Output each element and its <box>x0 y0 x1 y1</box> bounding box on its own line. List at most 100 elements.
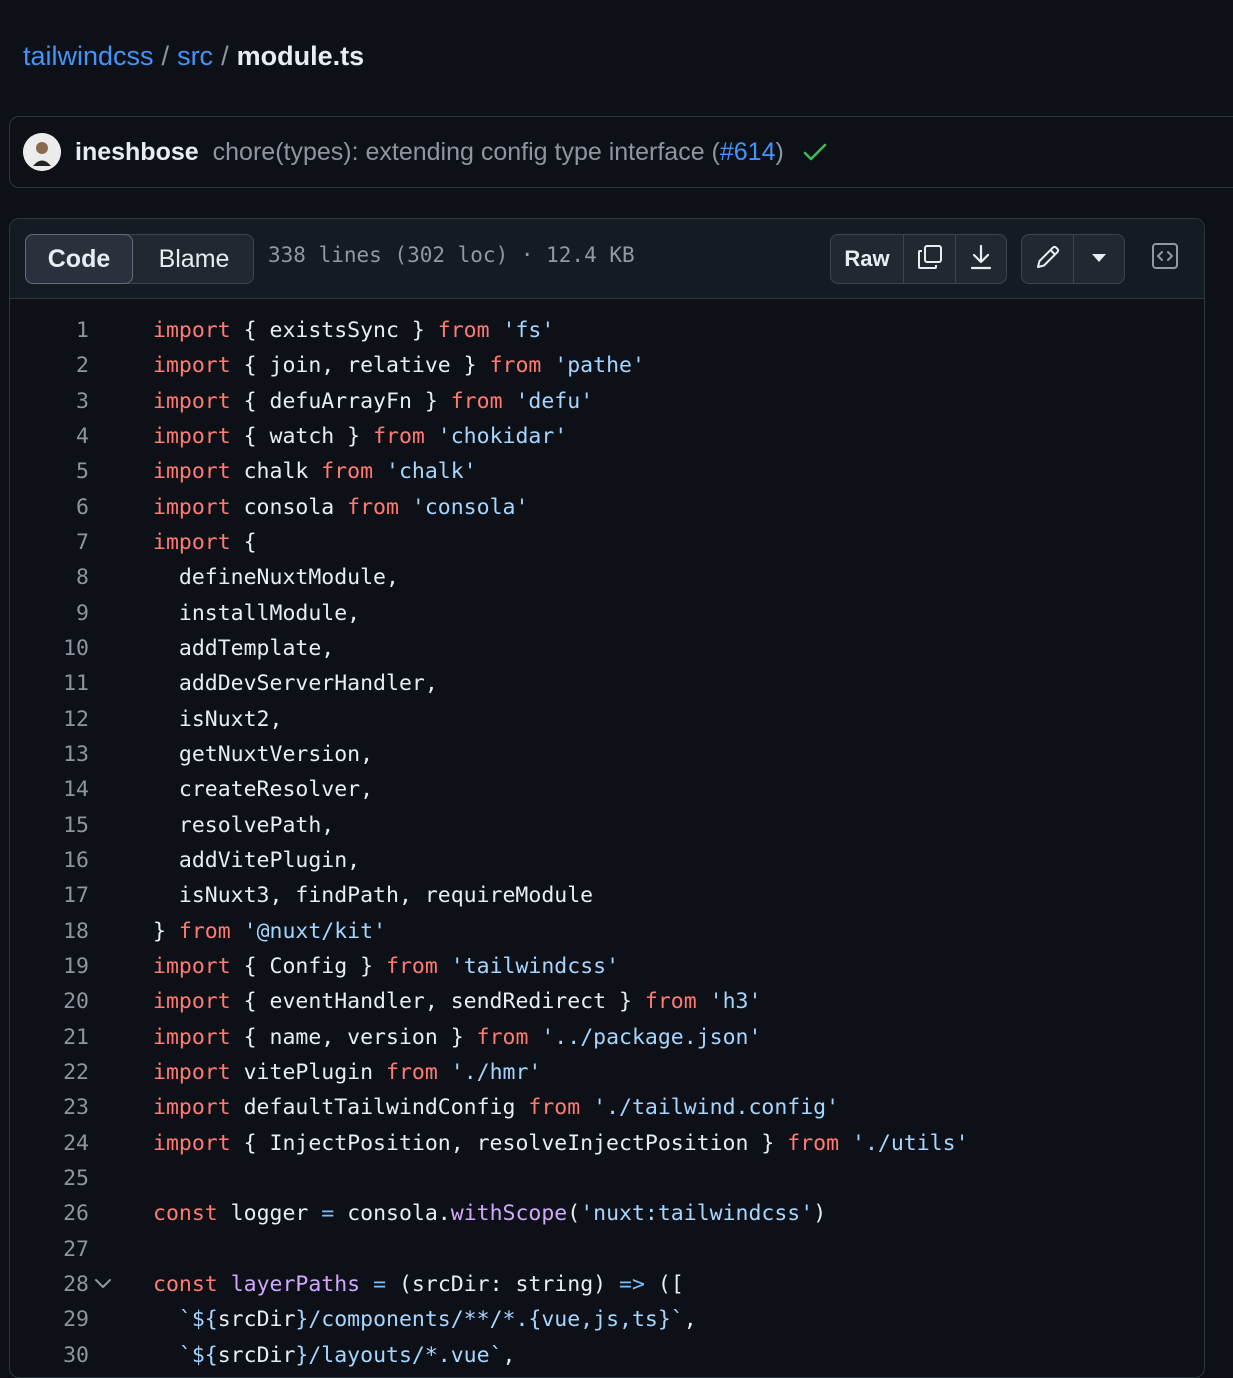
code-text: import chalk from 'chalk' <box>153 454 477 489</box>
commit-author-link[interactable]: ineshbose <box>75 138 199 167</box>
line-number[interactable]: 8 <box>10 560 89 595</box>
symbols-panel-button[interactable] <box>1149 241 1181 275</box>
code-text: installModule, <box>153 596 360 631</box>
code-token: { eventHandler, sendRedirect } <box>230 989 645 1015</box>
code-token: from <box>347 494 399 520</box>
fold-chevron-icon[interactable] <box>94 1267 112 1302</box>
line-number[interactable]: 7 <box>10 525 89 560</box>
avatar[interactable] <box>23 133 61 171</box>
code-line: 29 `${srcDir}/components/**/*.{vue,js,ts… <box>10 1302 1204 1337</box>
code-line: 9 installModule, <box>10 596 1204 631</box>
code-line: 7 import { <box>10 525 1204 560</box>
line-number[interactable]: 13 <box>10 737 89 772</box>
code-token: , <box>502 1342 516 1368</box>
raw-button[interactable]: Raw <box>831 235 904 283</box>
code-line: 14 createResolver, <box>10 772 1204 807</box>
code-token: chalk <box>230 459 322 485</box>
line-number[interactable]: 17 <box>10 878 89 913</box>
code-text: isNuxt3, findPath, requireModule <box>153 878 593 913</box>
code-token: => <box>619 1271 645 1297</box>
commit-message[interactable]: chore(types): extending config type inte… <box>213 138 784 167</box>
code-line: 18} from '@nuxt/kit' <box>10 914 1204 949</box>
breadcrumb-repo-link[interactable]: tailwindcss <box>23 41 154 71</box>
line-number[interactable]: 26 <box>10 1196 89 1231</box>
line-number[interactable]: 15 <box>10 808 89 843</box>
code-line: 6 import consola from 'consola' <box>10 490 1204 525</box>
code-line: 16 addVitePlugin, <box>10 843 1204 878</box>
line-number[interactable]: 16 <box>10 843 89 878</box>
code-token: import <box>153 1130 231 1156</box>
code-line: 8 defineNuxtModule, <box>10 560 1204 595</box>
line-number[interactable]: 6 <box>10 490 89 525</box>
more-edit-options-button[interactable] <box>1074 235 1124 283</box>
code-text: isNuxt2, <box>153 702 283 737</box>
raw-button-label: Raw <box>844 246 890 271</box>
code-text: import { existsSync } from 'fs' <box>153 313 554 348</box>
code-line: 30 `${srcDir}/layouts/*.vue`, <box>10 1338 1204 1373</box>
line-number[interactable]: 14 <box>10 772 89 807</box>
line-number[interactable]: 23 <box>10 1090 89 1125</box>
pull-request-link[interactable]: #614 <box>720 138 776 166</box>
download-button[interactable] <box>956 235 1006 283</box>
line-number[interactable]: 18 <box>10 914 89 949</box>
line-number[interactable]: 20 <box>10 984 89 1019</box>
check-icon[interactable] <box>802 141 828 163</box>
code-token: from <box>178 918 231 944</box>
line-number[interactable]: 29 <box>10 1302 89 1337</box>
view-toggle: Code Blame <box>25 234 254 284</box>
code-text: import { <box>153 525 257 560</box>
line-number[interactable]: 25 <box>10 1161 89 1196</box>
breadcrumb-separator: / <box>221 41 229 71</box>
file-viewer: Code Blame 338 lines (302 loc) · 12.4 KB… <box>9 218 1205 1378</box>
code-token: { <box>230 529 257 555</box>
code-token: installModule, <box>153 600 361 626</box>
line-number[interactable]: 4 <box>10 419 89 454</box>
code-text: import { name, version } from '../packag… <box>153 1020 761 1055</box>
line-number[interactable]: 9 <box>10 596 89 631</box>
code-token: }/components/**/*.{vue,js,ts}` <box>295 1307 684 1333</box>
code-token: vitePlugin <box>230 1059 387 1085</box>
code-line: 11 addDevServerHandler, <box>10 666 1204 701</box>
line-number[interactable]: 1 <box>10 313 89 348</box>
code-listing: 1 import { existsSync } from 'fs' 2 import … <box>10 313 1204 1373</box>
line-number[interactable]: 10 <box>10 631 89 666</box>
code-token: 'nuxt:tailwindcss' <box>580 1201 814 1227</box>
code-token: { name, version } <box>230 1024 477 1050</box>
code-token: from <box>437 318 490 343</box>
line-number[interactable]: 3 <box>10 384 89 419</box>
code-token: `${ <box>178 1307 218 1333</box>
code-tab[interactable]: Code <box>25 234 133 284</box>
code-line: 15 resolvePath, <box>10 808 1204 843</box>
code-token: 'h3' <box>709 989 762 1015</box>
code-text: addDevServerHandler, <box>153 666 438 701</box>
edit-button[interactable] <box>1022 235 1074 283</box>
blame-tab[interactable]: Blame <box>134 234 254 284</box>
copy-button[interactable] <box>904 235 956 283</box>
code-token: const <box>153 1201 218 1227</box>
line-number[interactable]: 12 <box>10 702 89 737</box>
code-text: getNuxtVersion, <box>153 737 373 772</box>
code-token: addDevServerHandler, <box>153 671 438 697</box>
line-number[interactable]: 28 <box>10 1267 89 1302</box>
line-number[interactable]: 22 <box>10 1055 89 1090</box>
edit-actions-group <box>1021 234 1125 284</box>
code-token: from <box>386 1059 438 1085</box>
line-number[interactable]: 30 <box>10 1338 89 1373</box>
line-number[interactable]: 2 <box>10 348 89 383</box>
line-number[interactable]: 21 <box>10 1020 89 1055</box>
line-number[interactable]: 11 <box>10 666 89 701</box>
breadcrumb-folder-link[interactable]: src <box>177 41 213 71</box>
line-number[interactable]: 5 <box>10 454 89 489</box>
line-number[interactable]: 27 <box>10 1232 89 1267</box>
code-token: import <box>153 423 231 449</box>
code-token: from <box>644 989 697 1015</box>
line-number[interactable]: 19 <box>10 949 89 984</box>
code-token: ([ <box>644 1271 684 1297</box>
line-number[interactable]: 24 <box>10 1126 89 1161</box>
